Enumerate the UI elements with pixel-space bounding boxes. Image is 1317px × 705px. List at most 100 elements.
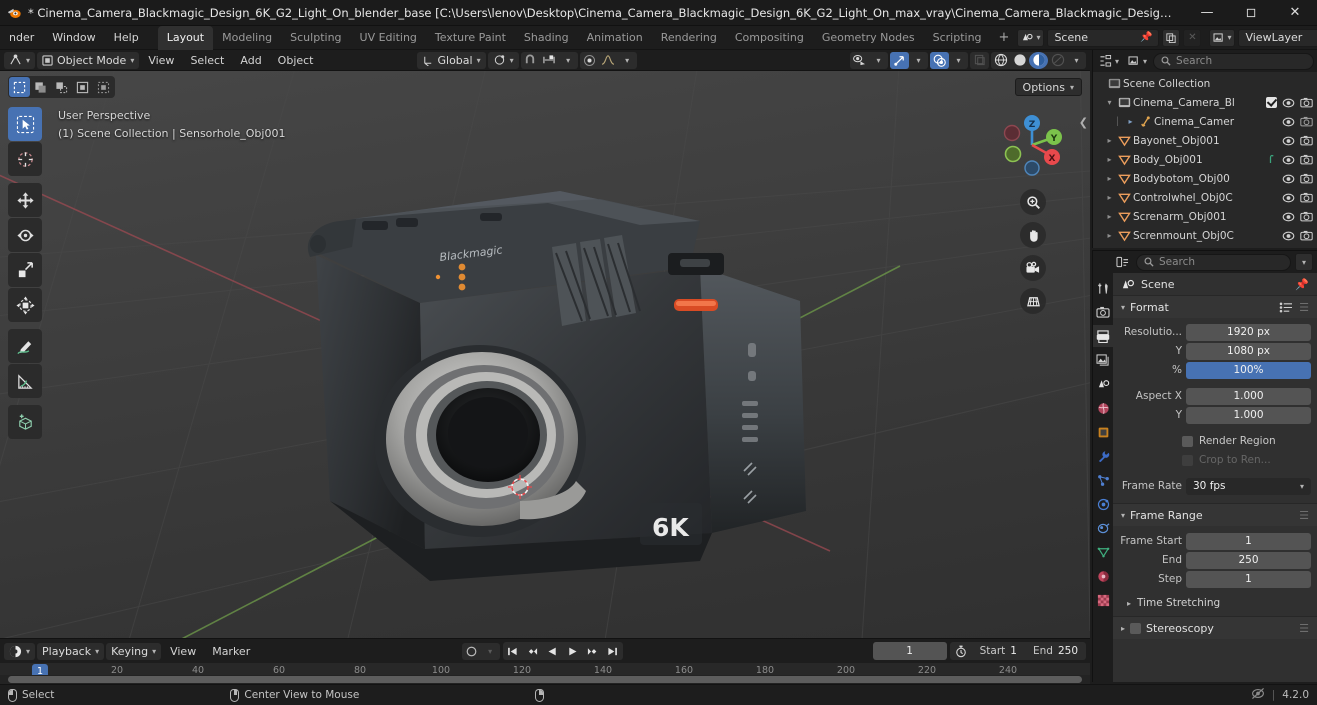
previous-keyframe-button[interactable] xyxy=(523,642,543,660)
shading-rendered-icon[interactable] xyxy=(1048,52,1067,69)
viewport-options-button[interactable]: Options ▾ xyxy=(1014,78,1082,96)
tab-material-icon[interactable] xyxy=(1093,565,1113,587)
camera-render-icon[interactable] xyxy=(1300,116,1313,127)
tab-object-icon[interactable] xyxy=(1093,421,1113,443)
mode-selector[interactable]: Object Mode ▾ xyxy=(37,51,140,69)
outliner-row-mesh[interactable]: ▸ Controlwhel_Obj0C xyxy=(1093,188,1317,207)
auto-keying-dropdown-caret[interactable]: ▾ xyxy=(481,643,500,660)
tab-shading[interactable]: Shading xyxy=(515,26,578,50)
shading-dropdown-caret[interactable]: ▾ xyxy=(1067,52,1086,69)
outliner-row-mesh[interactable]: ▸ Screnmount_Obj0C xyxy=(1093,226,1317,245)
eye-icon[interactable] xyxy=(1282,193,1295,203)
select-circle-icon[interactable] xyxy=(30,77,51,97)
falloff-dropdown-caret[interactable]: ▾ xyxy=(618,52,637,69)
visibility-dropdown-caret[interactable]: ▾ xyxy=(869,52,888,69)
viewlayer-name-field[interactable]: ViewLayer xyxy=(1238,28,1317,47)
disclosure-expanded-icon[interactable]: ▾ xyxy=(1103,98,1116,107)
timeline-menu-keying[interactable]: Keying ▾ xyxy=(106,642,162,660)
format-presets-icon[interactable] xyxy=(1279,302,1294,313)
chevron-right-icon[interactable]: ▸ xyxy=(1121,624,1125,633)
tab-texture-paint[interactable]: Texture Paint xyxy=(426,26,515,50)
timeline-editor-type-icon[interactable]: ▾ xyxy=(4,642,36,660)
transform-tool-button[interactable] xyxy=(8,288,42,322)
stereoscopy-panel-header[interactable]: ▸ Stereoscopy ☰ xyxy=(1113,617,1317,639)
minimize-button[interactable]: — xyxy=(1185,0,1229,26)
tweak-select-tool-button[interactable] xyxy=(8,107,42,141)
outliner-row-mesh[interactable]: ▸ Screnarm_Obj001 xyxy=(1093,207,1317,226)
outliner-search-input[interactable]: Search xyxy=(1153,52,1314,70)
select-tweak-icon[interactable] xyxy=(93,77,114,97)
falloff-curve-icon[interactable] xyxy=(599,52,618,69)
object-visibility-icon[interactable] xyxy=(850,52,869,69)
tab-modeling[interactable]: Modeling xyxy=(213,26,281,50)
frame-end-field[interactable]: 250 xyxy=(1186,551,1311,569)
menu-help[interactable]: Help xyxy=(105,28,148,48)
navigation-gizmo[interactable]: Z Y X xyxy=(996,109,1068,181)
shading-solid-icon[interactable] xyxy=(1010,52,1029,69)
tab-output-icon[interactable] xyxy=(1093,325,1113,347)
play-button[interactable] xyxy=(563,642,583,660)
pivot-point-selector[interactable]: ▾ xyxy=(487,51,519,69)
eye-icon[interactable] xyxy=(1282,155,1295,165)
menu-render[interactable]: nder xyxy=(0,28,43,48)
measure-tool-button[interactable] xyxy=(8,364,42,398)
timeline-menu-view[interactable]: View xyxy=(163,643,203,660)
show-gizmo-icon[interactable] xyxy=(890,51,909,69)
tab-rendering[interactable]: Rendering xyxy=(652,26,726,50)
chevron-down-icon[interactable]: ▾ xyxy=(1121,511,1125,520)
select-extend-icon[interactable] xyxy=(72,77,93,97)
aspect-y-field[interactable]: 1.000 xyxy=(1186,406,1311,424)
tab-layout[interactable]: Layout xyxy=(157,25,214,50)
camera-render-icon[interactable] xyxy=(1300,173,1313,184)
disclosure-collapsed-icon[interactable]: ▸ xyxy=(1103,155,1116,164)
toggle-xray-icon[interactable] xyxy=(970,52,989,69)
outliner-row-scene-collection[interactable]: Scene Collection xyxy=(1093,74,1317,93)
tab-modifier-icon[interactable] xyxy=(1093,445,1113,467)
editor-type-selector[interactable]: ▾ xyxy=(4,51,36,69)
camera-render-icon[interactable] xyxy=(1300,135,1313,146)
collection-enable-checkbox[interactable] xyxy=(1266,97,1277,108)
frame-rate-dropdown[interactable]: 30 fps ▾ xyxy=(1186,477,1311,495)
select-box-icon[interactable] xyxy=(9,77,30,97)
camera-render-icon[interactable] xyxy=(1300,97,1313,108)
scale-tool-button[interactable] xyxy=(8,253,42,287)
cursor-tool-button[interactable] xyxy=(8,142,42,176)
outliner-tree[interactable]: Scene Collection ▾ Cinema_Camera_Bl │ ▸ xyxy=(1093,72,1317,248)
tab-scripting[interactable]: Scripting xyxy=(924,26,991,50)
frame-step-field[interactable]: 1 xyxy=(1186,570,1311,588)
render-region-checkbox[interactable] xyxy=(1182,435,1193,447)
eye-icon[interactable] xyxy=(1282,98,1295,108)
stopwatch-icon[interactable] xyxy=(950,642,972,660)
resolution-x-field[interactable]: 1920 px xyxy=(1186,323,1311,341)
frame-start-field[interactable]: 1 xyxy=(1186,532,1311,550)
select-lasso-icon[interactable] xyxy=(51,77,72,97)
next-keyframe-button[interactable] xyxy=(583,642,603,660)
resolution-percent-field[interactable]: 100% xyxy=(1186,361,1311,379)
tab-world-icon[interactable] xyxy=(1093,397,1113,419)
camera-view-icon[interactable] xyxy=(1020,255,1046,281)
aspect-x-field[interactable]: 1.000 xyxy=(1186,387,1311,405)
rotate-tool-button[interactable] xyxy=(8,218,42,252)
snap-magnet-icon[interactable] xyxy=(521,52,540,69)
tab-constraints-icon[interactable] xyxy=(1093,517,1113,539)
viewport-menu-add[interactable]: Add xyxy=(233,52,268,69)
jump-to-end-button[interactable] xyxy=(603,642,623,660)
add-cube-tool-button[interactable] xyxy=(8,405,42,439)
viewport-menu-view[interactable]: View xyxy=(141,52,181,69)
pin-icon[interactable]: 📌 xyxy=(1295,278,1309,291)
tab-view-layer-icon[interactable] xyxy=(1093,349,1113,371)
disclosure-collapsed-icon[interactable]: ▸ xyxy=(1103,193,1116,202)
move-tool-button[interactable] xyxy=(8,183,42,217)
toggle-ortho-icon[interactable] xyxy=(1020,288,1046,314)
shading-material-preview-icon[interactable] xyxy=(1029,51,1048,69)
proportional-edit-icon[interactable] xyxy=(580,52,599,69)
timeline-menu-playback[interactable]: Playback ▾ xyxy=(37,642,105,660)
close-button[interactable]: ✕ xyxy=(1273,0,1317,26)
scene-name-field[interactable]: Scene 📌 xyxy=(1047,28,1160,47)
properties-content[interactable]: Scene 📌 ▾ Format ☰ Resolutio... 1920 px xyxy=(1113,273,1317,682)
outliner-row-mesh[interactable]: ▸ Body_Obj001 xyxy=(1093,150,1317,169)
annotate-tool-button[interactable] xyxy=(8,329,42,363)
show-overlays-icon[interactable] xyxy=(930,51,949,69)
render-region-row[interactable]: Render Region xyxy=(1182,432,1311,450)
menu-window[interactable]: Window xyxy=(43,28,104,48)
